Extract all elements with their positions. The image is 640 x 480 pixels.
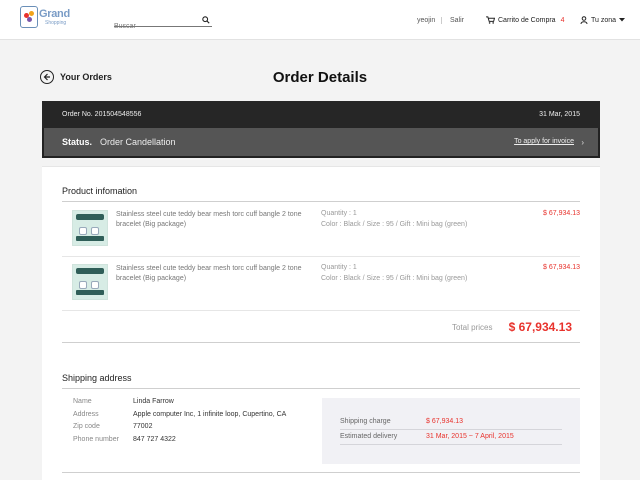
divider bbox=[62, 201, 580, 202]
product-quantity: Quantity : 1 bbox=[321, 264, 357, 271]
apply-invoice-link[interactable]: To apply for invoice bbox=[514, 138, 574, 145]
zip-value: 77002 bbox=[133, 423, 153, 430]
shipping-charge-label: Shipping charge bbox=[340, 418, 391, 425]
divider bbox=[62, 342, 580, 343]
zone-dropdown[interactable]: Tu zona bbox=[580, 16, 626, 24]
status-value: Order Candellation bbox=[100, 137, 176, 147]
name-label: Name bbox=[73, 398, 92, 405]
order-info-bar: Order No. 201504548556 31 Mar, 2015 bbox=[42, 101, 600, 128]
phone-value: 847 727 4322 bbox=[133, 436, 176, 443]
user-name-link[interactable]: yeojin bbox=[417, 17, 435, 24]
product-quantity: Quantity : 1 bbox=[321, 210, 357, 217]
search-icon[interactable] bbox=[202, 16, 210, 24]
chevron-right-icon: › bbox=[581, 138, 584, 147]
product-options: Color : Black / Size : 95 / Gift : Mini … bbox=[321, 275, 468, 282]
logo-brand: Grand bbox=[39, 8, 70, 20]
estimated-delivery-value: 31 Mar, 2015 ~ 7 April, 2015 bbox=[426, 433, 514, 440]
order-details-card: Product infomation Stainless steel cute … bbox=[42, 166, 600, 480]
top-header: Grand Shopping yeojin Salir Carrito de C… bbox=[0, 0, 640, 40]
divider bbox=[62, 472, 580, 473]
shipping-charge-value: $ 67,934.13 bbox=[426, 418, 463, 425]
order-number: Order No. 201504548556 bbox=[62, 111, 142, 118]
logout-link[interactable]: Salir bbox=[450, 17, 464, 24]
divider bbox=[62, 256, 580, 257]
divider bbox=[42, 166, 600, 167]
name-value: Linda Farrow bbox=[133, 398, 174, 405]
caret-down-icon bbox=[619, 18, 626, 22]
status-bar: Status. Order Candellation To apply for … bbox=[42, 128, 600, 158]
product-name[interactable]: Stainless steel cute teddy bear mesh tor… bbox=[116, 210, 316, 230]
product-row[interactable]: Stainless steel cute teddy bear mesh tor… bbox=[62, 258, 580, 310]
product-thumbnail[interactable] bbox=[72, 210, 108, 246]
logo-sub: Shopping bbox=[45, 20, 67, 26]
logo[interactable]: Grand Shopping bbox=[20, 4, 74, 36]
search-box bbox=[114, 15, 212, 32]
divider bbox=[62, 310, 580, 311]
product-name[interactable]: Stainless steel cute teddy bear mesh tor… bbox=[116, 264, 316, 284]
address-value: Apple computer Inc, 1 infinite loop, Cup… bbox=[133, 411, 287, 418]
phone-label: Phone number bbox=[73, 436, 119, 443]
address-label: Address bbox=[73, 411, 99, 418]
delivery-summary-box: Shipping charge $ 67,934.13 Estimated de… bbox=[322, 398, 580, 464]
cart-button[interactable]: Carrito de Compra 4 bbox=[486, 16, 564, 24]
divider bbox=[62, 388, 580, 389]
product-price: $ 67,934.13 bbox=[543, 210, 580, 217]
divider bbox=[340, 429, 562, 430]
page-title: Order Details bbox=[272, 69, 368, 86]
product-thumbnail[interactable] bbox=[72, 264, 108, 300]
shipping-section-title: Shipping address bbox=[62, 373, 132, 383]
header-divider bbox=[441, 17, 442, 24]
cart-icon bbox=[486, 16, 495, 24]
cart-label: Carrito de Compra bbox=[498, 16, 556, 24]
product-price: $ 67,934.13 bbox=[543, 264, 580, 271]
order-date: 31 Mar, 2015 bbox=[539, 111, 580, 118]
total-label: Total prices bbox=[452, 323, 493, 332]
cart-count-badge: 4 bbox=[560, 16, 565, 24]
user-icon bbox=[580, 16, 588, 24]
zone-label: Tu zona bbox=[591, 16, 617, 24]
estimated-delivery-label: Estimated delivery bbox=[340, 433, 398, 440]
product-options: Color : Black / Size : 95 / Gift : Mini … bbox=[321, 221, 468, 228]
shopping-bag-icon bbox=[20, 6, 38, 28]
total-value: $ 67,934.13 bbox=[508, 320, 572, 334]
status-label: Status. bbox=[62, 137, 93, 147]
zip-label: Zip code bbox=[73, 423, 100, 430]
product-row[interactable]: Stainless steel cute teddy bear mesh tor… bbox=[62, 204, 580, 256]
product-section-title: Product infomation bbox=[62, 186, 138, 196]
search-input[interactable] bbox=[114, 21, 194, 32]
divider bbox=[340, 444, 562, 445]
